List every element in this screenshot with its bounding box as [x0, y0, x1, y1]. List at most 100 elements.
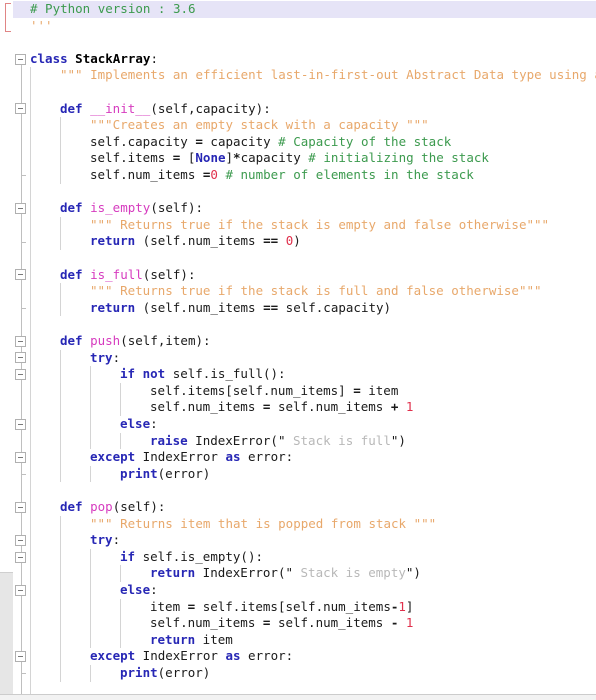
token-strtext: Stack is full: [285, 432, 391, 448]
token-plain: (self):: [112, 499, 166, 514]
code-line[interactable]: def pop(self):: [60, 499, 165, 516]
fold-toggle-icon[interactable]: [15, 269, 26, 280]
token-fn: push: [90, 333, 121, 348]
token-plain: ): [413, 565, 421, 581]
fold-toggle-icon[interactable]: [15, 369, 26, 380]
fold-toggle-icon[interactable]: [15, 535, 26, 546]
code-line[interactable]: """ Returns true if the stack is full an…: [90, 283, 542, 300]
code-line[interactable]: self.items[self.num_items] = item: [150, 383, 398, 400]
fold-toggle-icon[interactable]: [15, 552, 26, 563]
token-kw: if: [120, 548, 136, 564]
token-plain: ): [293, 233, 301, 249]
token-builtin: print: [120, 465, 158, 481]
code-line[interactable]: try:: [90, 532, 120, 549]
indent-guide: [120, 432, 121, 450]
code-line[interactable]: return (self.num_items == self.capacity): [90, 300, 391, 317]
code-line[interactable]: """ Returns item that is popped from sta…: [90, 516, 436, 533]
token-kw: except: [90, 648, 136, 664]
token-plain: self.items[self.num_items: [195, 598, 391, 614]
token-plain: (error): [157, 465, 211, 481]
code-line[interactable]: return item: [150, 632, 233, 649]
token-def: def: [60, 200, 83, 216]
code-line[interactable]: def is_empty(self):: [60, 200, 203, 217]
code-line[interactable]: ''': [30, 18, 53, 35]
code-line[interactable]: print(error): [120, 466, 210, 483]
code-line[interactable]: except IndexError as error:: [90, 648, 293, 665]
fold-toggle-icon[interactable]: [15, 452, 26, 463]
code-line[interactable]: def push(self,item):: [60, 333, 211, 350]
fold-block-end-tick: [21, 474, 26, 475]
token-kw: not: [142, 366, 166, 382]
code-line[interactable]: self.num_items = self.num_items - 1: [150, 615, 413, 632]
code-line[interactable]: else:: [120, 582, 158, 599]
token-plain: item: [195, 631, 233, 647]
fold-toggle-icon[interactable]: [15, 585, 26, 596]
token-op: ==: [263, 233, 279, 249]
code-line[interactable]: try:: [90, 350, 120, 367]
code-line[interactable]: raise IndexError(" Stack is full"): [150, 433, 406, 450]
indent-guide: [120, 565, 121, 582]
token-plain: :: [112, 532, 121, 548]
indent-guide: [120, 382, 121, 416]
token-plain: IndexError: [135, 449, 226, 465]
indent-guide: [60, 216, 61, 250]
code-line[interactable]: print(error): [120, 665, 210, 682]
token-kw: return: [150, 565, 196, 581]
code-line[interactable]: # Python version : 3.6: [30, 1, 196, 18]
fold-toggle-icon[interactable]: [15, 502, 26, 513]
fold-toggle-icon[interactable]: [15, 352, 26, 363]
token-fn: pop: [90, 499, 113, 514]
code-line[interactable]: def is_full(self):: [60, 267, 195, 284]
token-plain: self.items: [90, 150, 173, 166]
code-editor[interactable]: # Python version : 3.6 ''' class StackArra…: [0, 0, 596, 700]
token-fn: __init__: [90, 100, 151, 116]
code-line[interactable]: """ Returns true if the stack is empty a…: [90, 217, 549, 234]
code-line[interactable]: self.num_items =0 # number of elements i…: [90, 167, 474, 184]
fold-toggle-icon[interactable]: [15, 651, 26, 662]
token-plain: capacity: [202, 133, 279, 149]
token-plain: self.num_items: [270, 399, 391, 415]
vertical-scrollbar-thumb[interactable]: [0, 572, 13, 700]
indent-guide: [60, 349, 61, 483]
token-kw: else: [120, 416, 151, 431]
token-op: =: [195, 133, 203, 149]
code-line[interactable]: else:: [120, 416, 158, 433]
code-line[interactable]: if not self.is_full():: [120, 366, 286, 383]
code-line[interactable]: return IndexError(" Stack is empty"): [150, 565, 421, 582]
token-plain: self.is_empty():: [135, 548, 263, 564]
indent-guide: [90, 465, 91, 483]
fold-toggle-icon[interactable]: [15, 54, 26, 65]
code-line[interactable]: """ Implements an efficient last-in-firs…: [60, 67, 596, 84]
fold-toggle-icon[interactable]: [15, 103, 26, 114]
code-line[interactable]: item = self.items[self.num_items-1]: [150, 599, 413, 616]
vertical-scrollbar-track[interactable]: [0, 0, 13, 700]
token-kw: try: [90, 532, 113, 548]
token-fn: is_full: [90, 266, 143, 282]
code-line[interactable]: def __init__(self,capacity):: [60, 101, 271, 118]
token-plain: self.num_items: [270, 615, 391, 631]
fold-toggle-icon[interactable]: [15, 336, 26, 347]
code-line[interactable]: """Creates an empty stack with a capacit…: [90, 117, 429, 134]
fold-toggle-icon[interactable]: [15, 203, 26, 214]
code-line[interactable]: return (self.num_items == 0): [90, 233, 301, 250]
code-line[interactable]: self.capacity = capacity # Capacity of t…: [90, 134, 451, 151]
code-line[interactable]: except IndexError as error:: [90, 449, 293, 466]
code-text-area[interactable]: # Python version : 3.6 ''' class StackArra…: [0, 0, 596, 700]
code-line[interactable]: self.num_items = self.num_items + 1: [150, 399, 413, 416]
code-line[interactable]: self.items = [None]*capacity # initializ…: [90, 150, 489, 167]
token-docstr: """ Returns item that is popped from sta…: [90, 515, 437, 531]
token-plain: self.num_items: [150, 615, 263, 631]
token-kw: return: [150, 631, 196, 647]
code-folding-gutter[interactable]: [13, 0, 30, 700]
fold-toggle-icon[interactable]: [15, 419, 26, 430]
code-line[interactable]: class StackArray:: [30, 51, 158, 68]
token-plain: self.capacity: [90, 133, 196, 149]
token-kw: as: [225, 648, 241, 664]
code-line[interactable]: if self.is_empty():: [120, 549, 263, 566]
